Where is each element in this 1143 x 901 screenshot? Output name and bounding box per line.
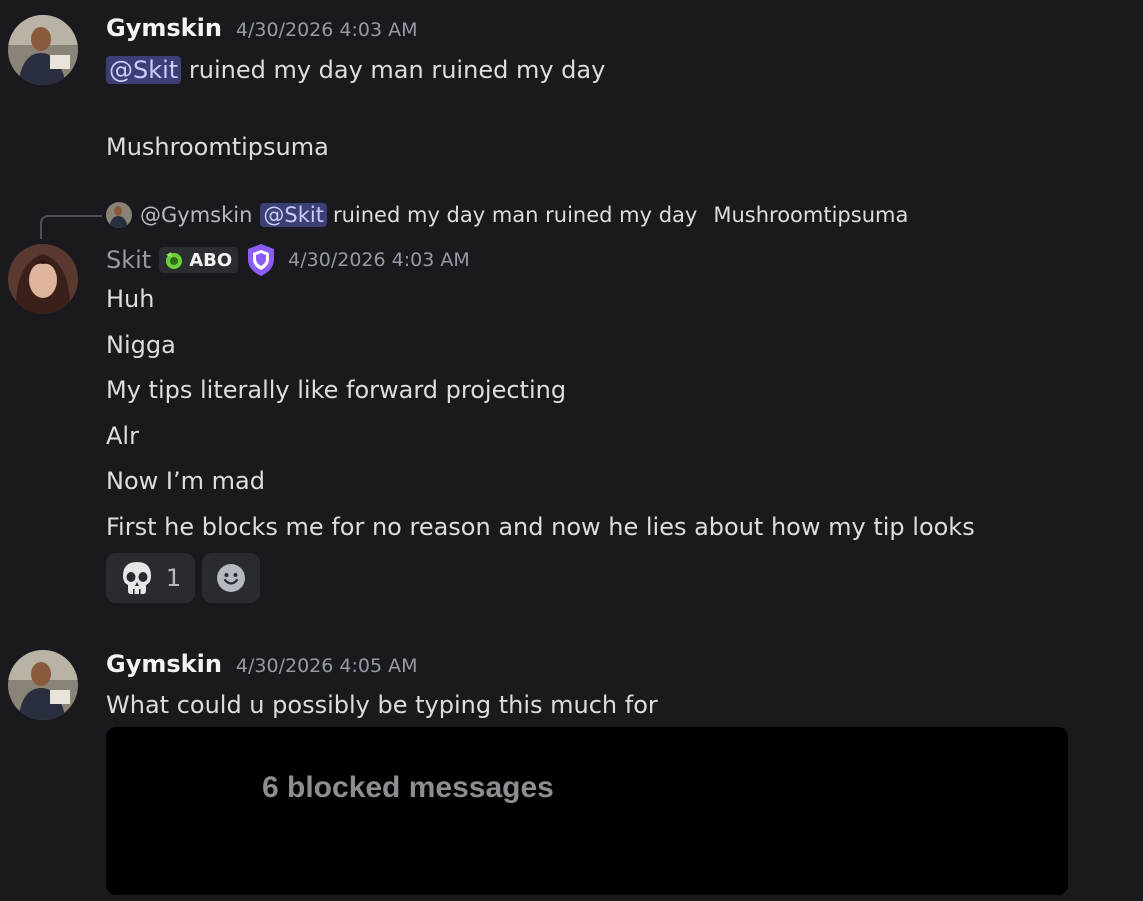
reply-preview[interactable]: @Gymskin @Skit ruined my day man ruined … — [106, 202, 908, 228]
avatar[interactable] — [8, 650, 78, 720]
message-text: Mushroomtipsuma — [106, 133, 329, 161]
reaction-skull[interactable]: 1 — [106, 553, 195, 603]
message-line: Huh — [106, 285, 155, 313]
avatar[interactable] — [8, 244, 78, 314]
blocked-messages-panel[interactable]: 6 blocked messages — [106, 727, 1068, 895]
reply-author[interactable]: @Gymskin — [140, 203, 252, 227]
message-line: My tips literally like forward projectin… — [106, 376, 567, 404]
user-mention[interactable]: @Skit — [106, 56, 182, 84]
user-mention[interactable]: @Skit — [260, 203, 327, 227]
reaction-count: 1 — [165, 564, 182, 592]
timestamp: 4/30/2026 4:05 AM — [235, 655, 418, 677]
skull-icon — [120, 560, 154, 596]
message-text: What could u possibly be typing this muc… — [106, 691, 658, 719]
blocked-messages-label[interactable]: 6 blocked messages — [262, 771, 554, 805]
message-line: First he blocks me for no reason and now… — [106, 513, 975, 541]
timestamp: 4/30/2026 4:03 AM — [235, 19, 418, 41]
message-text: ruined my day man ruined my day — [188, 56, 606, 84]
avatar[interactable] — [8, 15, 78, 85]
add-reaction-icon — [216, 563, 246, 593]
message-line: Now I’m mad — [106, 467, 265, 495]
guild-tag-icon — [163, 249, 185, 271]
guild-tag[interactable]: ABO — [159, 247, 239, 273]
reply-text-2: Mushroomtipsuma — [713, 203, 909, 227]
message-line: Nigga — [106, 331, 176, 359]
username[interactable]: Gymskin — [106, 14, 222, 42]
username[interactable]: Gymskin — [106, 650, 222, 678]
guild-tag-label: ABO — [189, 249, 233, 271]
add-reaction-button[interactable] — [202, 553, 260, 603]
username[interactable]: Skit — [106, 246, 151, 274]
shield-icon[interactable] — [246, 243, 276, 277]
message-line: @Skit ruined my day man ruined my day — [106, 54, 605, 86]
reply-spine — [40, 215, 102, 239]
reply-text: ruined my day man ruined my day — [332, 203, 698, 227]
timestamp: 4/30/2026 4:03 AM — [288, 249, 470, 271]
message-line: Alr — [106, 422, 139, 450]
reply-avatar — [106, 202, 132, 228]
